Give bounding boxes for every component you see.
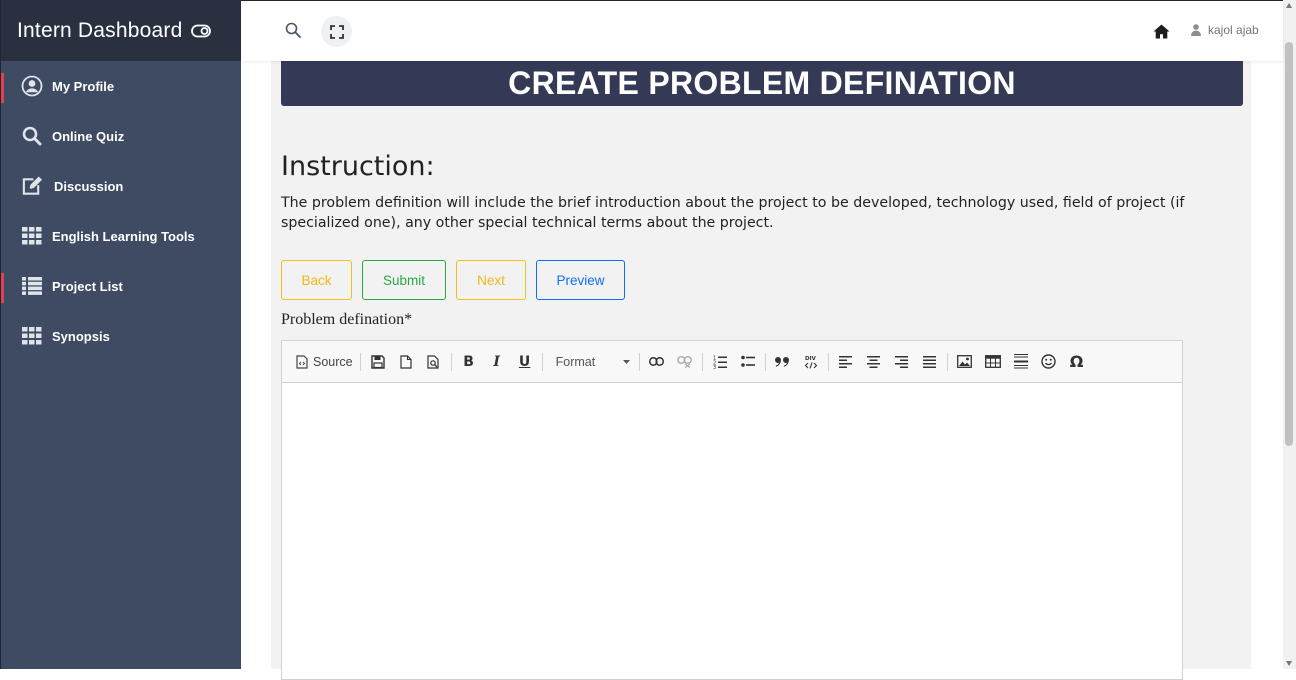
user-icon	[1191, 24, 1201, 36]
toolbar-separator	[359, 352, 361, 371]
instruction-heading: Instruction:	[281, 151, 435, 182]
fullscreen-button[interactable]	[321, 16, 352, 47]
special-character-icon[interactable]: Ω	[1063, 350, 1091, 374]
editor-content-area[interactable]	[282, 383, 1182, 679]
format-label: Format	[555, 354, 596, 369]
svg-text:DIV: DIV	[805, 356, 817, 362]
source-label: Source	[313, 354, 353, 369]
preview-button[interactable]: Preview	[536, 260, 625, 300]
sidebar-item-online-quiz[interactable]: Online Quiz	[1, 111, 241, 161]
sidebar-item-label: Project List	[52, 278, 123, 294]
edit-icon	[21, 175, 43, 197]
search-icon[interactable]	[285, 22, 303, 40]
home-icon[interactable]	[1153, 24, 1171, 40]
chevron-down-icon	[622, 359, 630, 364]
toolbar-separator	[541, 352, 543, 371]
sidebar-item-label: Online Quiz	[52, 128, 125, 144]
blockquote-icon[interactable]	[769, 350, 797, 374]
editor-toolbar: Source B I U Format 1 2 3 DIV Ω	[282, 341, 1182, 383]
sidebar: Intern Dashboard My Profile Online Quiz …	[0, 0, 241, 669]
main-content: CREATE PROBLEM DEFINATION Instruction: T…	[241, 61, 1283, 680]
table-icon[interactable]	[979, 350, 1007, 374]
expand-icon	[329, 24, 344, 39]
unlink-icon[interactable]	[671, 350, 699, 374]
sidebar-item-my-profile[interactable]: My Profile	[1, 61, 241, 111]
new-page-icon[interactable]	[392, 350, 420, 374]
align-right-icon[interactable]	[888, 350, 916, 374]
svg-text:3: 3	[713, 365, 716, 369]
page-scrollbar[interactable]	[1283, 0, 1296, 669]
save-icon[interactable]	[364, 350, 392, 374]
source-button[interactable]: Source	[292, 350, 357, 374]
scrollbar-thumb[interactable]	[1285, 42, 1293, 446]
problem-definition-label: Problem defination*	[281, 311, 413, 328]
align-justify-icon[interactable]	[916, 350, 944, 374]
div-container-icon[interactable]: DIV	[797, 350, 825, 374]
horizontal-line-icon[interactable]	[1007, 350, 1035, 374]
toolbar-separator	[638, 352, 640, 371]
page-title: CREATE PROBLEM DEFINATION	[281, 61, 1243, 106]
sidebar-item-label: Synopsis	[52, 328, 110, 344]
image-icon[interactable]	[951, 350, 979, 374]
toolbar-separator	[701, 352, 703, 371]
toolbar-separator	[450, 352, 452, 371]
align-left-icon[interactable]	[832, 350, 860, 374]
grid-icon	[21, 325, 43, 347]
format-select[interactable]: Format	[546, 350, 636, 374]
topbar: kajol ajab	[241, 0, 1283, 61]
scroll-up-arrow-icon[interactable]	[1286, 3, 1292, 8]
submit-button[interactable]: Submit	[362, 260, 446, 300]
link-icon[interactable]	[643, 350, 671, 374]
sidebar-toggle-icon[interactable]	[191, 24, 212, 38]
rich-text-editor: Source B I U Format 1 2 3 DIV Ω	[281, 340, 1183, 680]
sidebar-item-discussion[interactable]: Discussion	[1, 161, 241, 211]
user-menu[interactable]: kajol ajab	[1191, 23, 1259, 37]
search-icon	[21, 125, 43, 147]
instruction-text: The problem definition will include the …	[281, 195, 1185, 231]
brand: Intern Dashboard	[1, 0, 241, 61]
bold-icon[interactable]: B	[455, 350, 483, 374]
align-center-icon[interactable]	[860, 350, 888, 374]
source-icon	[296, 354, 308, 369]
brand-title: Intern Dashboard	[17, 18, 183, 42]
smiley-icon[interactable]	[1035, 350, 1063, 374]
sidebar-nav: My Profile Online Quiz Discussion Englis…	[1, 61, 241, 361]
user-circle-icon	[21, 75, 43, 97]
numbered-list-icon[interactable]: 123	[706, 350, 734, 374]
underline-icon[interactable]: U	[511, 350, 539, 374]
sidebar-item-synopsis[interactable]: Synopsis	[1, 311, 241, 361]
italic-icon[interactable]: I	[483, 350, 511, 374]
content-panel: CREATE PROBLEM DEFINATION Instruction: T…	[271, 61, 1251, 680]
toolbar-separator	[764, 352, 766, 371]
toolbar-separator	[946, 352, 948, 371]
sidebar-item-label: My Profile	[52, 78, 115, 94]
preview-icon[interactable]	[420, 350, 448, 374]
next-button[interactable]: Next	[456, 260, 526, 300]
scroll-down-arrow-icon[interactable]	[1286, 661, 1292, 666]
user-name: kajol ajab	[1208, 23, 1259, 37]
bulleted-list-icon[interactable]	[734, 350, 762, 374]
back-button[interactable]: Back	[281, 260, 352, 300]
sidebar-item-label: Discussion	[54, 178, 124, 194]
sidebar-item-english-learning-tools[interactable]: English Learning Tools	[1, 211, 241, 261]
list-icon	[21, 275, 43, 297]
sidebar-item-label: English Learning Tools	[52, 228, 195, 244]
toolbar-separator	[827, 352, 829, 371]
sidebar-item-project-list[interactable]: Project List	[1, 261, 241, 311]
grid-icon	[21, 225, 43, 247]
